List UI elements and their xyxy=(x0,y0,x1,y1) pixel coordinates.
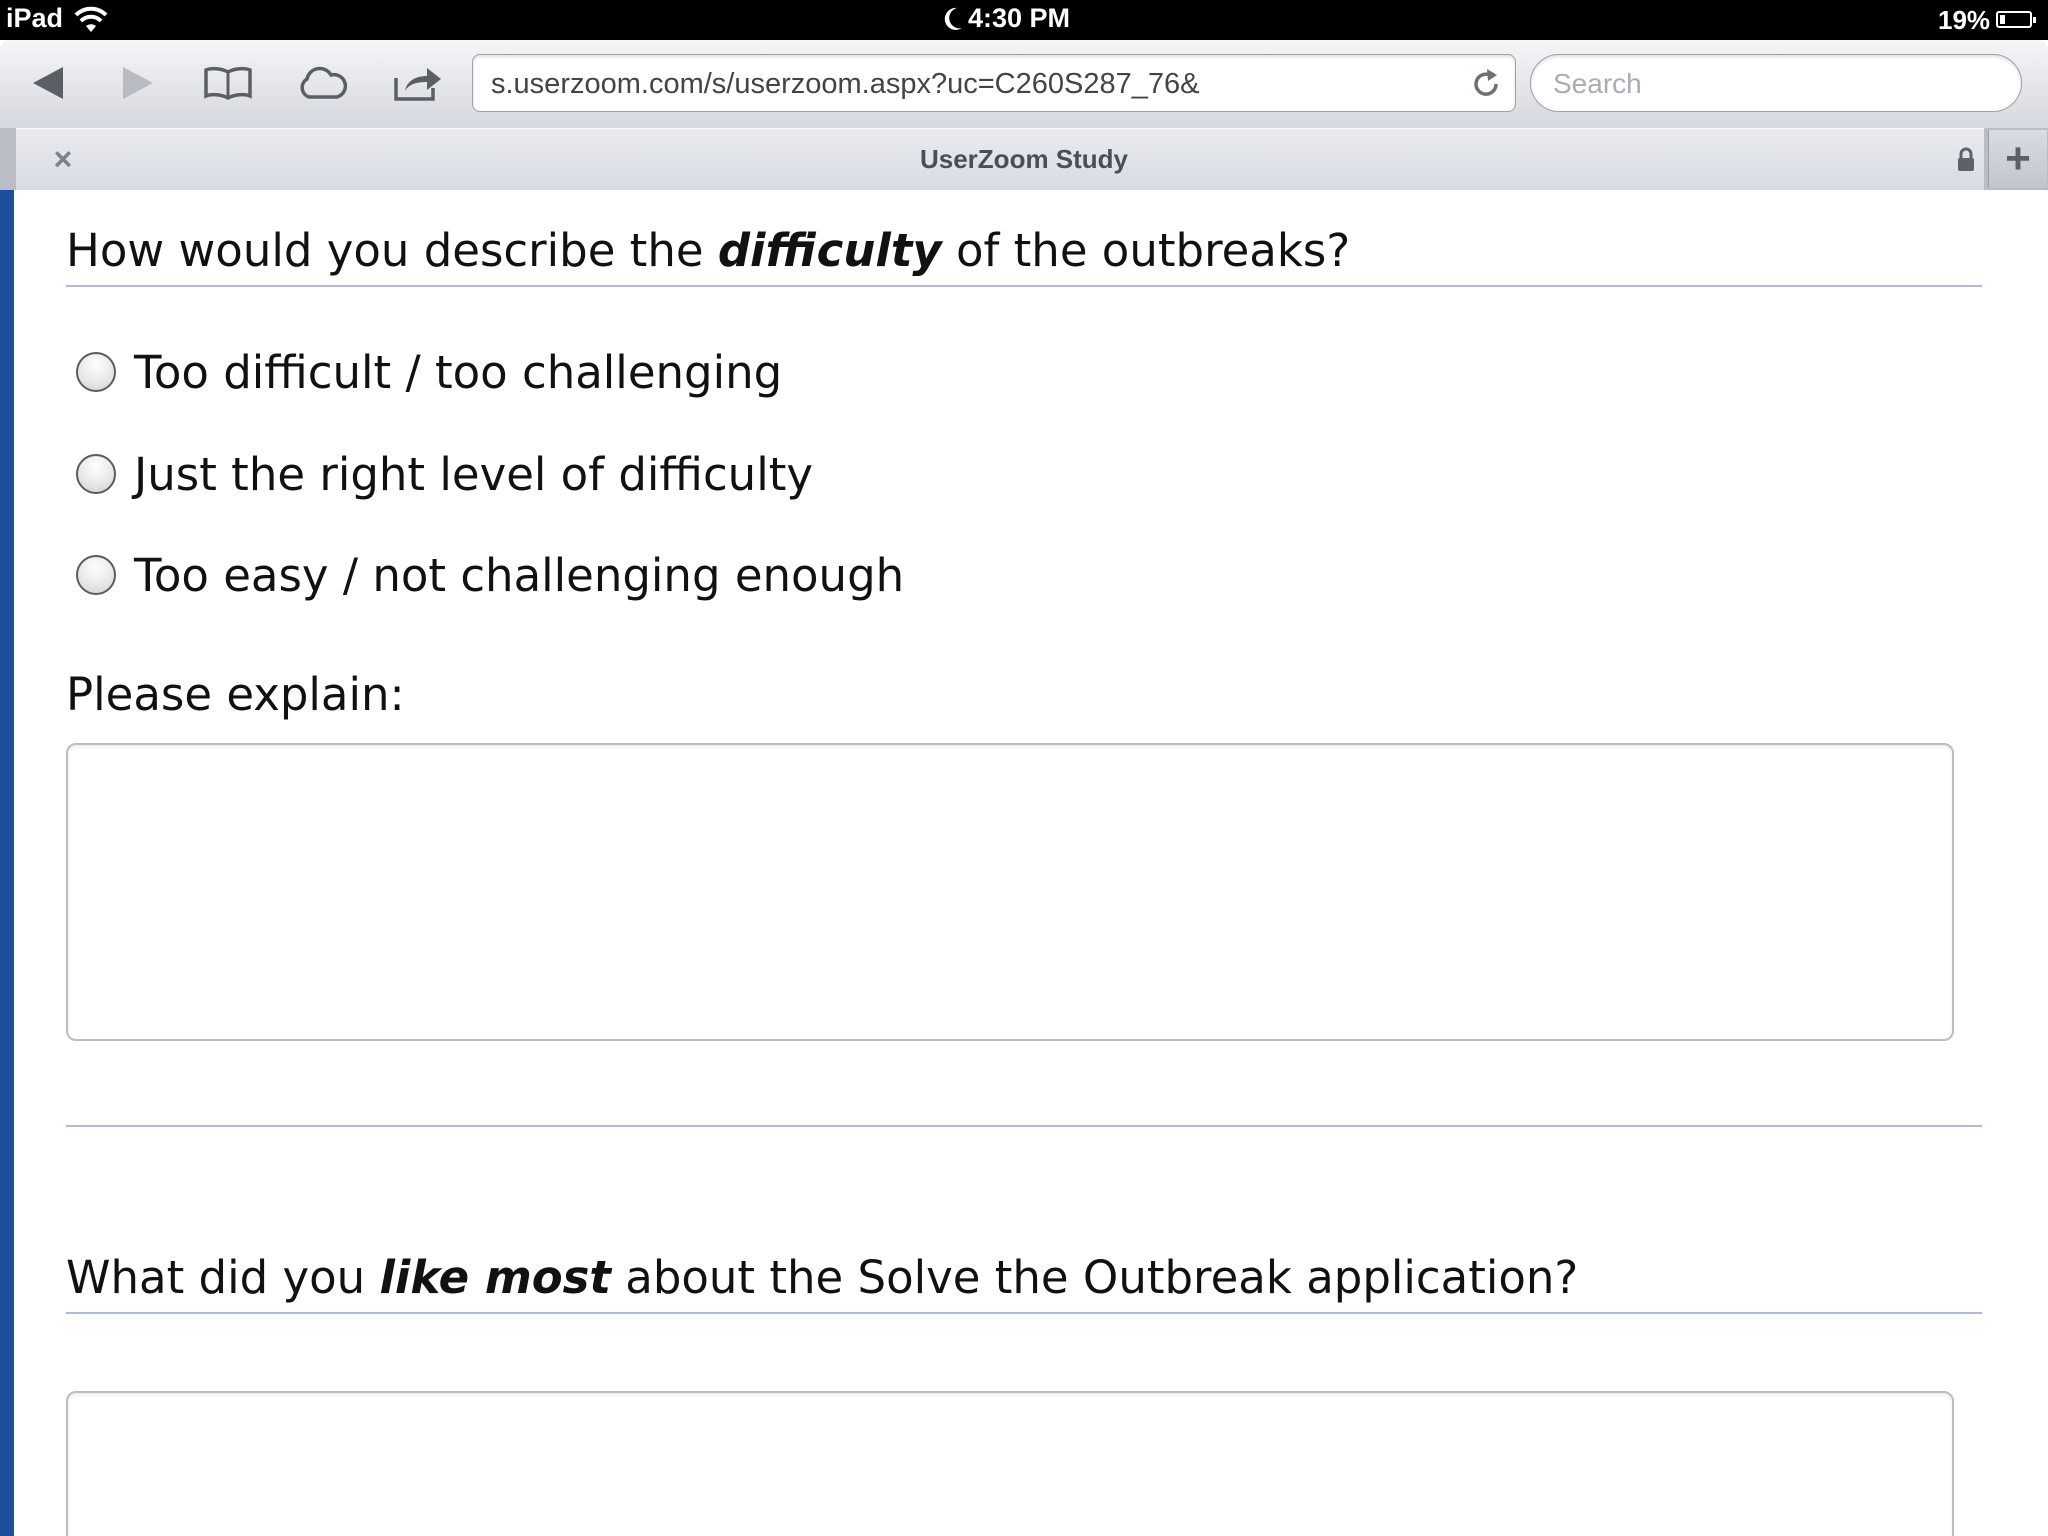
address-bar[interactable]: s.userzoom.com/s/userzoom.aspx?uc=C260S2… xyxy=(472,54,1516,112)
survey-page: How would you describe the difficulty of… xyxy=(0,190,2048,1536)
question-emphasis: like most xyxy=(379,1251,611,1304)
tab-title: UserZoom Study xyxy=(919,144,1129,174)
option-just-right[interactable]: Just the right level of difficulty xyxy=(76,444,813,504)
share-button[interactable] xyxy=(388,58,448,108)
question-divider xyxy=(66,1312,1982,1314)
question-difficulty: How would you describe the difficulty of… xyxy=(66,224,1982,277)
wifi-icon xyxy=(74,6,108,32)
back-arrow-icon xyxy=(33,67,63,99)
option-label[interactable]: Too difficult / too challenging xyxy=(134,346,782,399)
question-emphasis: difficulty xyxy=(717,224,942,277)
status-bar: iPad 4:30 PM 19% xyxy=(0,0,2048,40)
new-tab-button[interactable]: + xyxy=(1988,130,2047,188)
option-too-difficult[interactable]: Too difficult / too challenging xyxy=(76,342,782,402)
reload-icon[interactable] xyxy=(1469,67,1503,101)
like-most-textarea[interactable] xyxy=(66,1391,1954,1536)
radio-button[interactable] xyxy=(76,454,116,494)
question-text-suffix: of the outbreaks? xyxy=(941,224,1351,277)
question-text-suffix: about the Solve the Outbreak application… xyxy=(610,1251,1579,1304)
left-accent-bar xyxy=(0,190,14,1536)
question-text-prefix: How would you describe the xyxy=(66,224,718,277)
bookmarks-button[interactable] xyxy=(198,58,258,108)
option-too-easy[interactable]: Too easy / not challenging enough xyxy=(76,545,904,605)
explain-textarea[interactable] xyxy=(66,743,1954,1041)
tab-bar: × UserZoom Study + xyxy=(0,128,2048,191)
carrier-label: iPad xyxy=(6,3,64,33)
search-input[interactable] xyxy=(1551,65,1995,103)
explain-label: Please explain: xyxy=(66,668,405,721)
lock-icon xyxy=(1958,147,1974,171)
do-not-disturb-moon-icon xyxy=(944,7,962,30)
question-like-most: What did you like most about the Solve t… xyxy=(66,1251,1982,1304)
icloud-tabs-button[interactable] xyxy=(292,58,352,108)
back-button[interactable] xyxy=(18,58,78,108)
forward-arrow-icon xyxy=(123,67,153,99)
option-label[interactable]: Just the right level of difficulty xyxy=(134,448,813,501)
question-text-prefix: What did you xyxy=(66,1251,380,1304)
forward-button[interactable] xyxy=(108,58,168,108)
option-label[interactable]: Too easy / not challenging enough xyxy=(134,549,904,602)
cloud-icon xyxy=(300,66,348,99)
section-divider xyxy=(66,1125,1982,1127)
share-icon xyxy=(394,68,441,101)
browser-toolbar: s.userzoom.com/s/userzoom.aspx?uc=C260S2… xyxy=(0,40,2048,128)
url-text[interactable]: s.userzoom.com/s/userzoom.aspx?uc=C260S2… xyxy=(491,68,1199,101)
battery-percentage: 19% xyxy=(1938,5,1991,35)
bookmarks-book-icon xyxy=(204,66,252,100)
tab-userzoom-study[interactable]: × UserZoom Study xyxy=(16,128,1984,191)
battery-icon xyxy=(1996,11,2036,28)
radio-button[interactable] xyxy=(76,555,116,595)
question-divider xyxy=(66,285,1982,287)
clock: 4:30 PM xyxy=(968,3,1071,33)
radio-button[interactable] xyxy=(76,352,116,392)
search-field[interactable] xyxy=(1530,54,2022,112)
